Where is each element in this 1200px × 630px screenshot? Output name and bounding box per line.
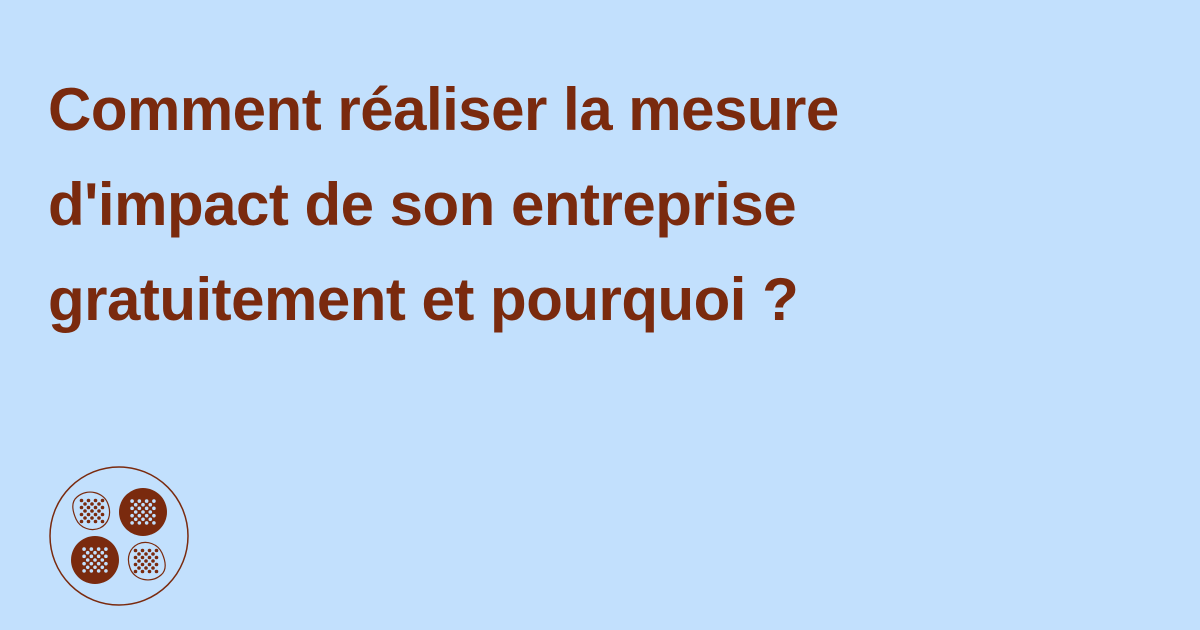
title-line-3: gratuitement et pourquoi ? (48, 266, 799, 333)
page-title: Comment réaliser la mesure d'impact de s… (48, 62, 1148, 347)
og-card: Comment réaliser la mesure d'impact de s… (0, 0, 1200, 630)
title-line-1: Comment réaliser la mesure (48, 76, 839, 143)
brand-logo-dotted-circles-icon (49, 466, 189, 606)
title-line-2: d'impact de son entreprise (48, 171, 797, 238)
